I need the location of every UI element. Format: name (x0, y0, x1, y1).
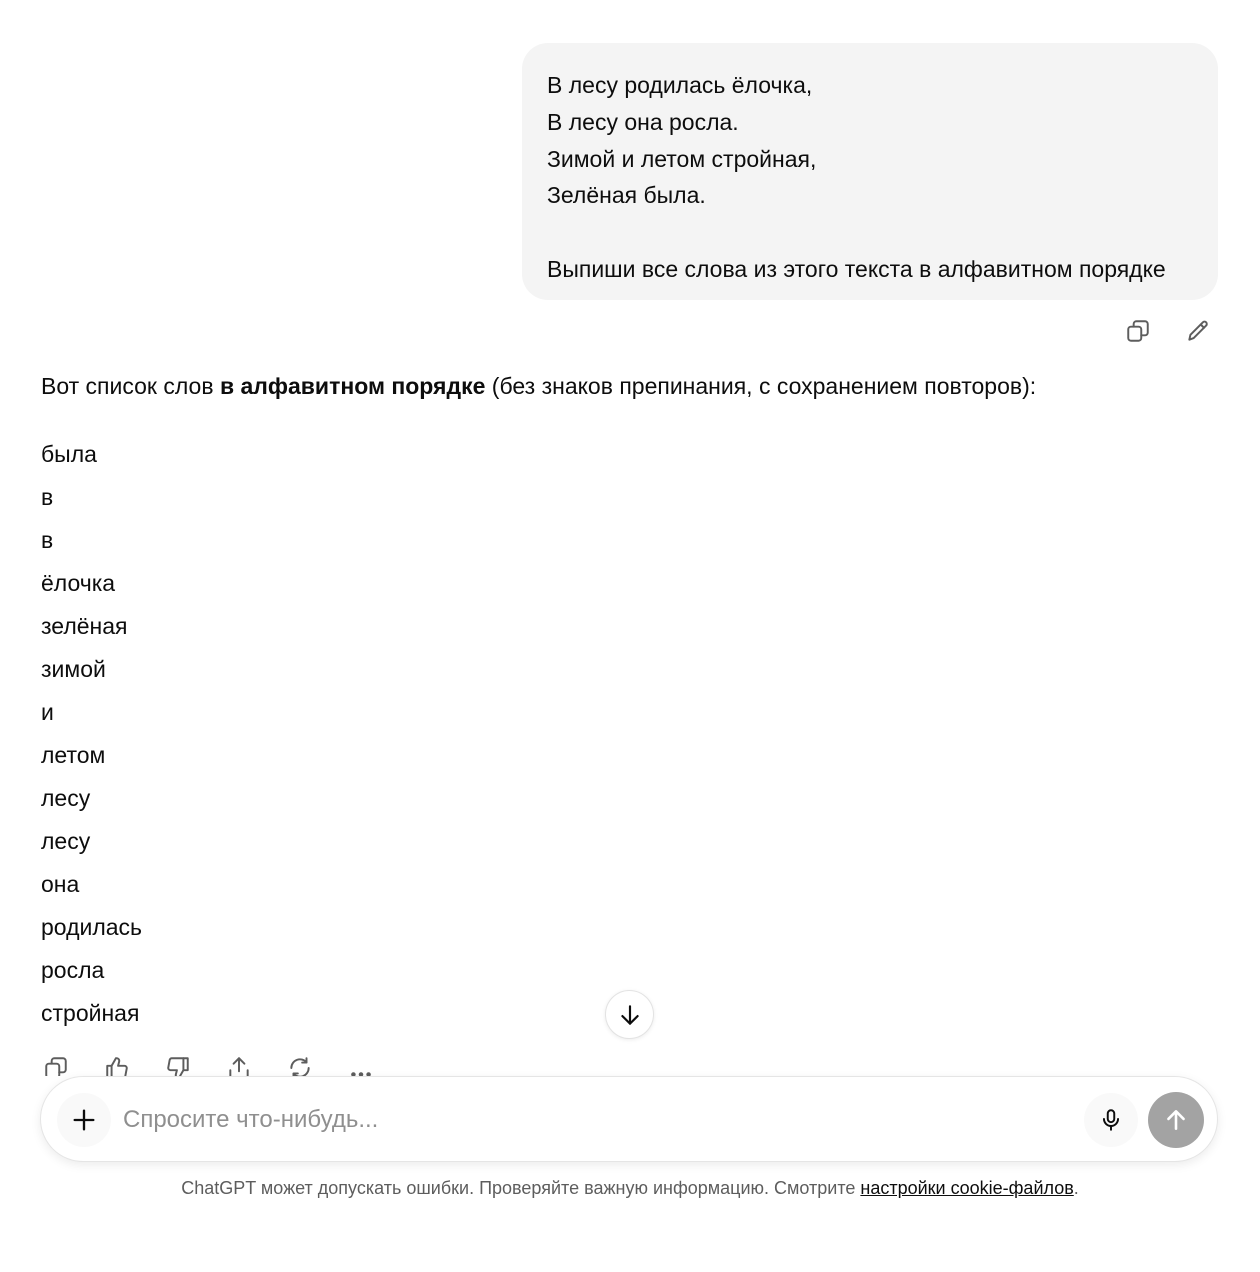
cookie-settings-link[interactable]: настройки cookie-файлов (860, 1178, 1073, 1198)
user-message-line: Зелёная была. (547, 182, 706, 209)
more-options-button[interactable] (341, 1050, 381, 1076)
user-message-request: Выпиши все слова из этого текста в алфав… (547, 256, 1166, 283)
regenerate-icon (290, 1057, 310, 1076)
microphone-icon (1102, 1109, 1120, 1131)
regenerate-button[interactable] (280, 1050, 320, 1076)
word-list: была в в ёлочка зелёная зимой и летом ле… (41, 436, 142, 1038)
word-item: и (41, 699, 54, 725)
disclaimer-end: . (1073, 1178, 1079, 1198)
good-response-button[interactable] (97, 1050, 137, 1076)
intro-text: Вот список слов (41, 373, 220, 399)
more-icon (351, 1072, 371, 1076)
user-message-line: В лесу родилась ёлочка, (547, 72, 813, 98)
copy-icon (1127, 320, 1149, 342)
send-button[interactable] (1148, 1092, 1204, 1148)
word-item: родилась (41, 914, 143, 940)
intro-bold-text: в алфавитном порядке (219, 373, 486, 399)
intro-text-end: (без знаков препинания, с сохранением по… (485, 373, 1037, 399)
share-button[interactable] (219, 1050, 259, 1076)
user-message-line: Зимой и летом стройная, (547, 145, 817, 172)
pencil-icon (1188, 320, 1208, 341)
word-item: летом (41, 742, 106, 768)
arrow-up-icon (1167, 1110, 1185, 1130)
assistant-message-actions (36, 1050, 381, 1076)
word-item: в (41, 484, 54, 510)
composer (40, 1076, 1218, 1162)
word-item: росла (41, 957, 105, 983)
word-item: в (41, 527, 54, 553)
scroll-to-bottom-button[interactable] (605, 990, 654, 1039)
word-item: она (41, 871, 80, 897)
word-item: стройная (41, 1000, 140, 1026)
edit-message-button[interactable] (1178, 313, 1218, 349)
copy-icon (45, 1057, 67, 1076)
share-icon (229, 1057, 249, 1076)
disclaimer: ChatGPT может допускать ошибки. Проверяй… (0, 1176, 1260, 1200)
copy-user-message-button[interactable] (1118, 313, 1158, 349)
word-item: зелёная (41, 613, 128, 639)
word-item: лесу (41, 828, 91, 854)
user-message-bubble: В лесу родилась ёлочка, В лесу она росла… (522, 43, 1218, 300)
arrow-down-icon (620, 1004, 639, 1025)
user-message-line: В лесу она росла. (547, 108, 739, 135)
word-item: ёлочка (41, 570, 116, 596)
dictate-button[interactable] (1084, 1093, 1138, 1147)
copy-response-button[interactable] (36, 1050, 76, 1076)
disclaimer-text: ChatGPT может допускать ошибки. Проверяй… (181, 1178, 861, 1198)
user-message-gap (547, 214, 1194, 251)
thumbs-up-icon (106, 1057, 128, 1076)
plus-icon (73, 1109, 95, 1131)
user-message-actions (1118, 313, 1218, 349)
prompt-input[interactable] (123, 1097, 1063, 1143)
assistant-intro: Вот список слов в алфавитном порядке (бе… (41, 368, 1201, 404)
bad-response-button[interactable] (158, 1050, 198, 1076)
add-attachment-button[interactable] (57, 1093, 111, 1147)
word-item: зимой (41, 656, 106, 682)
thumbs-down-icon (167, 1057, 189, 1076)
word-item: была (41, 441, 97, 467)
word-item: лесу (41, 785, 91, 811)
